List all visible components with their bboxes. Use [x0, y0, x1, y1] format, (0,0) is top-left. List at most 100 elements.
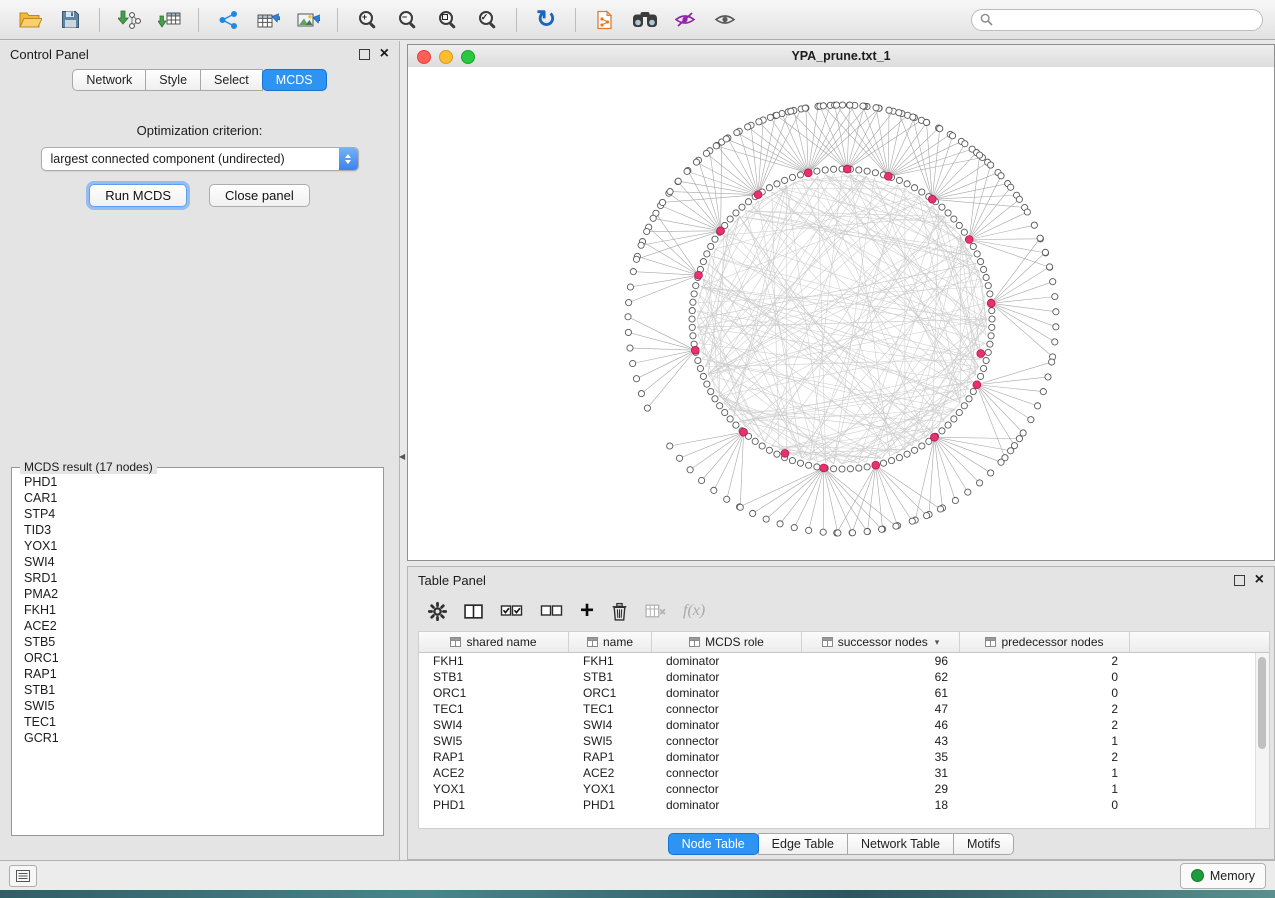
export-image-button[interactable]: [290, 5, 326, 35]
splitter-collapse-icon[interactable]: ◀: [399, 452, 405, 461]
mcds-result-item[interactable]: STB1: [16, 682, 379, 698]
show-panels-button[interactable]: [9, 865, 37, 887]
table-row[interactable]: FKH1FKH1dominator962: [419, 653, 1269, 669]
cell-predecessor-nodes: 1: [960, 782, 1130, 796]
search-field[interactable]: [971, 9, 1263, 31]
refresh-button[interactable]: ↻: [528, 5, 564, 35]
table-row[interactable]: STB1STB1dominator620: [419, 669, 1269, 685]
float-table-panel-icon[interactable]: [1234, 575, 1245, 586]
table-row[interactable]: SWI4SWI4dominator462: [419, 717, 1269, 733]
save-button[interactable]: [52, 5, 88, 35]
cell-successor-nodes: 18: [802, 798, 960, 812]
function-builder-button[interactable]: f(x): [683, 602, 705, 620]
scrollbar-thumb[interactable]: [1258, 657, 1266, 749]
column-header-name[interactable]: name: [569, 632, 652, 652]
zoom-in-button[interactable]: +: [349, 5, 385, 35]
mcds-result-item[interactable]: RAP1: [16, 666, 379, 682]
network-canvas[interactable]: [408, 67, 1274, 560]
run-mcds-button[interactable]: Run MCDS: [89, 184, 187, 207]
mcds-result-item[interactable]: PMA2: [16, 586, 379, 602]
zoom-fit-button[interactable]: [429, 5, 465, 35]
table-row[interactable]: RAP1RAP1dominator352: [419, 749, 1269, 765]
export-network-button[interactable]: [210, 5, 246, 35]
mcds-result-item[interactable]: SWI5: [16, 698, 379, 714]
mcds-result-item[interactable]: PHD1: [16, 474, 379, 490]
table-row[interactable]: SWI5SWI5connector431: [419, 733, 1269, 749]
tab-node-table[interactable]: Node Table: [668, 833, 759, 855]
table-scrollbar[interactable]: [1255, 653, 1269, 828]
table-column-icon: [450, 637, 461, 647]
mcds-result-item[interactable]: GCR1: [16, 730, 379, 746]
tab-edge-table[interactable]: Edge Table: [758, 833, 848, 855]
table-header-row: shared namenameMCDS rolesuccessor nodes▾…: [419, 632, 1269, 653]
memory-label: Memory: [1210, 869, 1255, 883]
zoom-selected-button[interactable]: ✓: [469, 5, 505, 35]
table-panel-title: Table Panel: [418, 573, 486, 588]
deselect-all-button[interactable]: [540, 604, 563, 618]
mcds-result-item[interactable]: FKH1: [16, 602, 379, 618]
network-window-titlebar[interactable]: YPA_prune.txt_1: [408, 45, 1274, 68]
tab-mcds[interactable]: MCDS: [262, 69, 327, 91]
import-network-icon: [118, 10, 141, 30]
table-panel-header: Table Panel ×: [408, 567, 1274, 593]
zoom-out-button[interactable]: −: [389, 5, 425, 35]
close-window-icon[interactable]: [417, 50, 431, 64]
select-all-button[interactable]: [500, 604, 523, 618]
close-table-panel-icon[interactable]: ×: [1255, 574, 1264, 586]
hide-selected-button[interactable]: [667, 5, 703, 35]
column-header-successor-nodes[interactable]: successor nodes▾: [802, 632, 960, 652]
memory-button[interactable]: Memory: [1180, 863, 1266, 889]
mcds-result-item[interactable]: STP4: [16, 506, 379, 522]
import-table-button[interactable]: [151, 5, 187, 35]
column-header-mcds-role[interactable]: MCDS role: [652, 632, 802, 652]
mcds-result-item[interactable]: ORC1: [16, 650, 379, 666]
export-table-button[interactable]: [250, 5, 286, 35]
table-row[interactable]: YOX1YOX1connector291: [419, 781, 1269, 797]
toolbar-separator: [198, 8, 199, 32]
close-panel-icon[interactable]: ×: [380, 48, 389, 60]
float-panel-icon[interactable]: [359, 49, 370, 60]
mcds-result-item[interactable]: TEC1: [16, 714, 379, 730]
cell-mcds-role: dominator: [652, 718, 802, 732]
cell-successor-nodes: 31: [802, 766, 960, 780]
maximize-window-icon[interactable]: [461, 50, 475, 64]
table-settings-button[interactable]: [428, 602, 447, 621]
search-input[interactable]: [998, 12, 1254, 28]
tab-motifs[interactable]: Motifs: [953, 833, 1014, 855]
add-row-button[interactable]: +: [580, 601, 594, 621]
mcds-result-item[interactable]: ACE2: [16, 618, 379, 634]
optimization-criterion-dropdown[interactable]: largest connected component (undirected): [41, 147, 359, 171]
clear-table-button[interactable]: [645, 604, 666, 619]
mcds-result-item[interactable]: TID3: [16, 522, 379, 538]
copy-share-button[interactable]: [587, 5, 623, 35]
tab-network-table[interactable]: Network Table: [847, 833, 954, 855]
minimize-window-icon[interactable]: [439, 50, 453, 64]
mcds-result-item[interactable]: STB5: [16, 634, 379, 650]
table-row[interactable]: ACE2ACE2connector311: [419, 765, 1269, 781]
mcds-result-item[interactable]: CAR1: [16, 490, 379, 506]
search-network-button[interactable]: [627, 5, 663, 35]
close-panel-button[interactable]: Close panel: [209, 184, 310, 207]
search-icon: [980, 13, 993, 26]
mcds-result-item[interactable]: YOX1: [16, 538, 379, 554]
show-columns-button[interactable]: [464, 604, 483, 619]
tab-style[interactable]: Style: [145, 69, 201, 91]
dropdown-selected-value: largest connected component (undirected): [51, 152, 285, 166]
mcds-result-item[interactable]: SRD1: [16, 570, 379, 586]
column-header-shared-name[interactable]: shared name: [419, 632, 569, 652]
network-graph[interactable]: [408, 67, 1274, 560]
import-network-button[interactable]: [111, 5, 147, 35]
table-row[interactable]: PHD1PHD1dominator180: [419, 797, 1269, 813]
open-file-button[interactable]: [12, 5, 48, 35]
mcds-result-list[interactable]: PHD1CAR1STP4TID3YOX1SWI4SRD1PMA2FKH1ACE2…: [16, 474, 379, 831]
tab-select[interactable]: Select: [200, 69, 263, 91]
table-row[interactable]: ORC1ORC1dominator610: [419, 685, 1269, 701]
delete-button[interactable]: [611, 602, 628, 621]
mcds-result-item[interactable]: SWI4: [16, 554, 379, 570]
column-header-predecessor-nodes[interactable]: predecessor nodes: [960, 632, 1130, 652]
cell-successor-nodes: 29: [802, 782, 960, 796]
tab-network[interactable]: Network: [72, 69, 146, 91]
mcds-result-title: MCDS result (17 nodes): [20, 460, 157, 474]
show-all-button[interactable]: [707, 5, 743, 35]
table-row[interactable]: TEC1TEC1connector472: [419, 701, 1269, 717]
